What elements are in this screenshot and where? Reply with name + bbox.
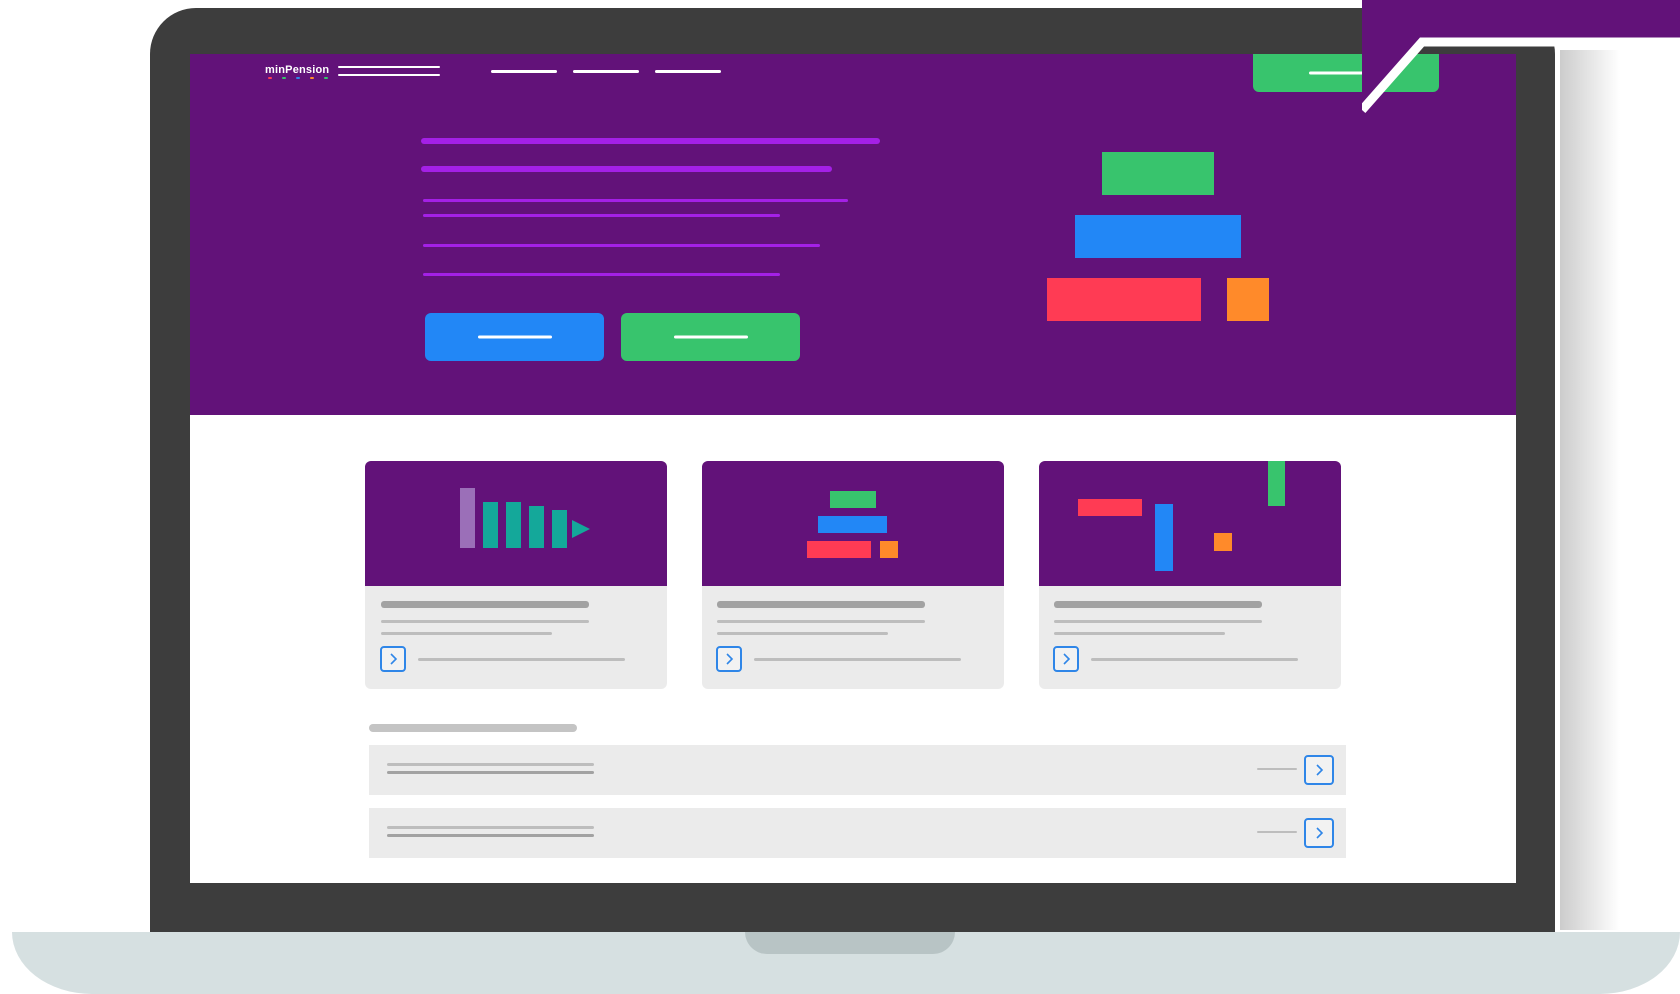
logo-dot <box>310 77 314 79</box>
nav-link-1[interactable] <box>491 70 557 73</box>
primary-button-label <box>477 335 552 339</box>
pyramid-block-orange <box>880 541 898 558</box>
logo-dots <box>265 54 335 84</box>
card-text-line <box>1054 620 1262 623</box>
pyramid-block-red <box>1047 278 1201 321</box>
play-triangle-icon <box>572 520 590 538</box>
chart-bar-teal <box>529 506 544 548</box>
logo-tagline-line <box>338 74 440 76</box>
card-text-line <box>717 620 925 623</box>
tetris-blocks-icon <box>1039 461 1341 586</box>
row-text-line <box>387 834 594 837</box>
logo-dot <box>282 77 286 79</box>
card-text-line <box>717 632 888 635</box>
row-meta-line <box>1257 831 1297 833</box>
bar-chart-icon <box>460 488 600 550</box>
hero-heading-line <box>421 138 880 144</box>
card-title-line <box>381 601 589 608</box>
card-arrow-button[interactable] <box>716 646 742 672</box>
card-link-line <box>1091 658 1298 661</box>
chevron-right-icon <box>1316 827 1324 839</box>
hero-text-line <box>423 273 780 276</box>
hero-text-line <box>423 214 780 217</box>
laptop-notch <box>745 932 955 954</box>
info-card-3[interactable] <box>1039 461 1341 689</box>
secondary-button[interactable] <box>621 313 800 361</box>
logo-dot <box>296 77 300 79</box>
card-title-line <box>1054 601 1262 608</box>
row-text-line <box>387 826 594 829</box>
row-text-line <box>387 771 594 774</box>
chart-bar-teal <box>506 502 521 548</box>
chevron-right-icon <box>1316 764 1324 776</box>
chevron-right-icon <box>726 653 734 665</box>
hero-text-line <box>423 199 848 202</box>
laptop-screen: minPension <box>190 54 1516 883</box>
list-row-1[interactable] <box>369 745 1346 795</box>
primary-button[interactable] <box>425 313 604 361</box>
pyramid-block-orange <box>1227 278 1269 321</box>
chevron-right-icon <box>390 653 398 665</box>
pyramid-block-red <box>807 541 871 558</box>
hero-section: minPension <box>190 54 1516 415</box>
card-illustration <box>702 461 1004 586</box>
hero-text-line <box>423 244 820 247</box>
pyramid-illustration <box>1047 152 1287 337</box>
block-green <box>1268 461 1285 506</box>
row-text-line <box>387 763 594 766</box>
corner-flag-decoration <box>1362 0 1680 113</box>
secondary-button-label <box>673 335 748 339</box>
card-illustration <box>1039 461 1341 586</box>
card-text-line <box>381 620 589 623</box>
laptop-shadow <box>1560 50 1620 930</box>
card-link-line <box>418 658 625 661</box>
list-row-2[interactable] <box>369 808 1346 858</box>
pyramid-block-blue <box>818 516 887 533</box>
card-text-line <box>1054 632 1225 635</box>
pyramid-block-green <box>830 491 876 508</box>
card-link-line <box>754 658 961 661</box>
nav-link-2[interactable] <box>573 70 639 73</box>
chart-bar-lavender <box>460 488 475 548</box>
row-meta-line <box>1257 768 1297 770</box>
logo-dot <box>268 77 272 79</box>
hero-heading-line <box>421 166 832 172</box>
info-card-1[interactable] <box>365 461 667 689</box>
block-red <box>1078 499 1142 516</box>
card-illustration <box>365 461 667 586</box>
card-arrow-button[interactable] <box>380 646 406 672</box>
pyramid-block-green <box>1102 152 1214 195</box>
pyramid-icon <box>807 491 901 561</box>
logo-dot <box>324 77 328 79</box>
card-arrow-button[interactable] <box>1053 646 1079 672</box>
row-arrow-button[interactable] <box>1304 755 1334 785</box>
nav-link-3[interactable] <box>655 70 721 73</box>
row-arrow-button[interactable] <box>1304 818 1334 848</box>
chart-bar-teal <box>552 510 567 548</box>
logo-tagline-line <box>338 66 440 68</box>
block-orange <box>1214 533 1232 551</box>
pyramid-block-blue <box>1075 215 1241 258</box>
section-heading-line <box>369 724 577 732</box>
chart-bar-teal <box>483 502 498 548</box>
card-title-line <box>717 601 925 608</box>
chevron-right-icon <box>1063 653 1071 665</box>
card-text-line <box>381 632 552 635</box>
block-blue <box>1155 504 1173 571</box>
info-card-2[interactable] <box>702 461 1004 689</box>
